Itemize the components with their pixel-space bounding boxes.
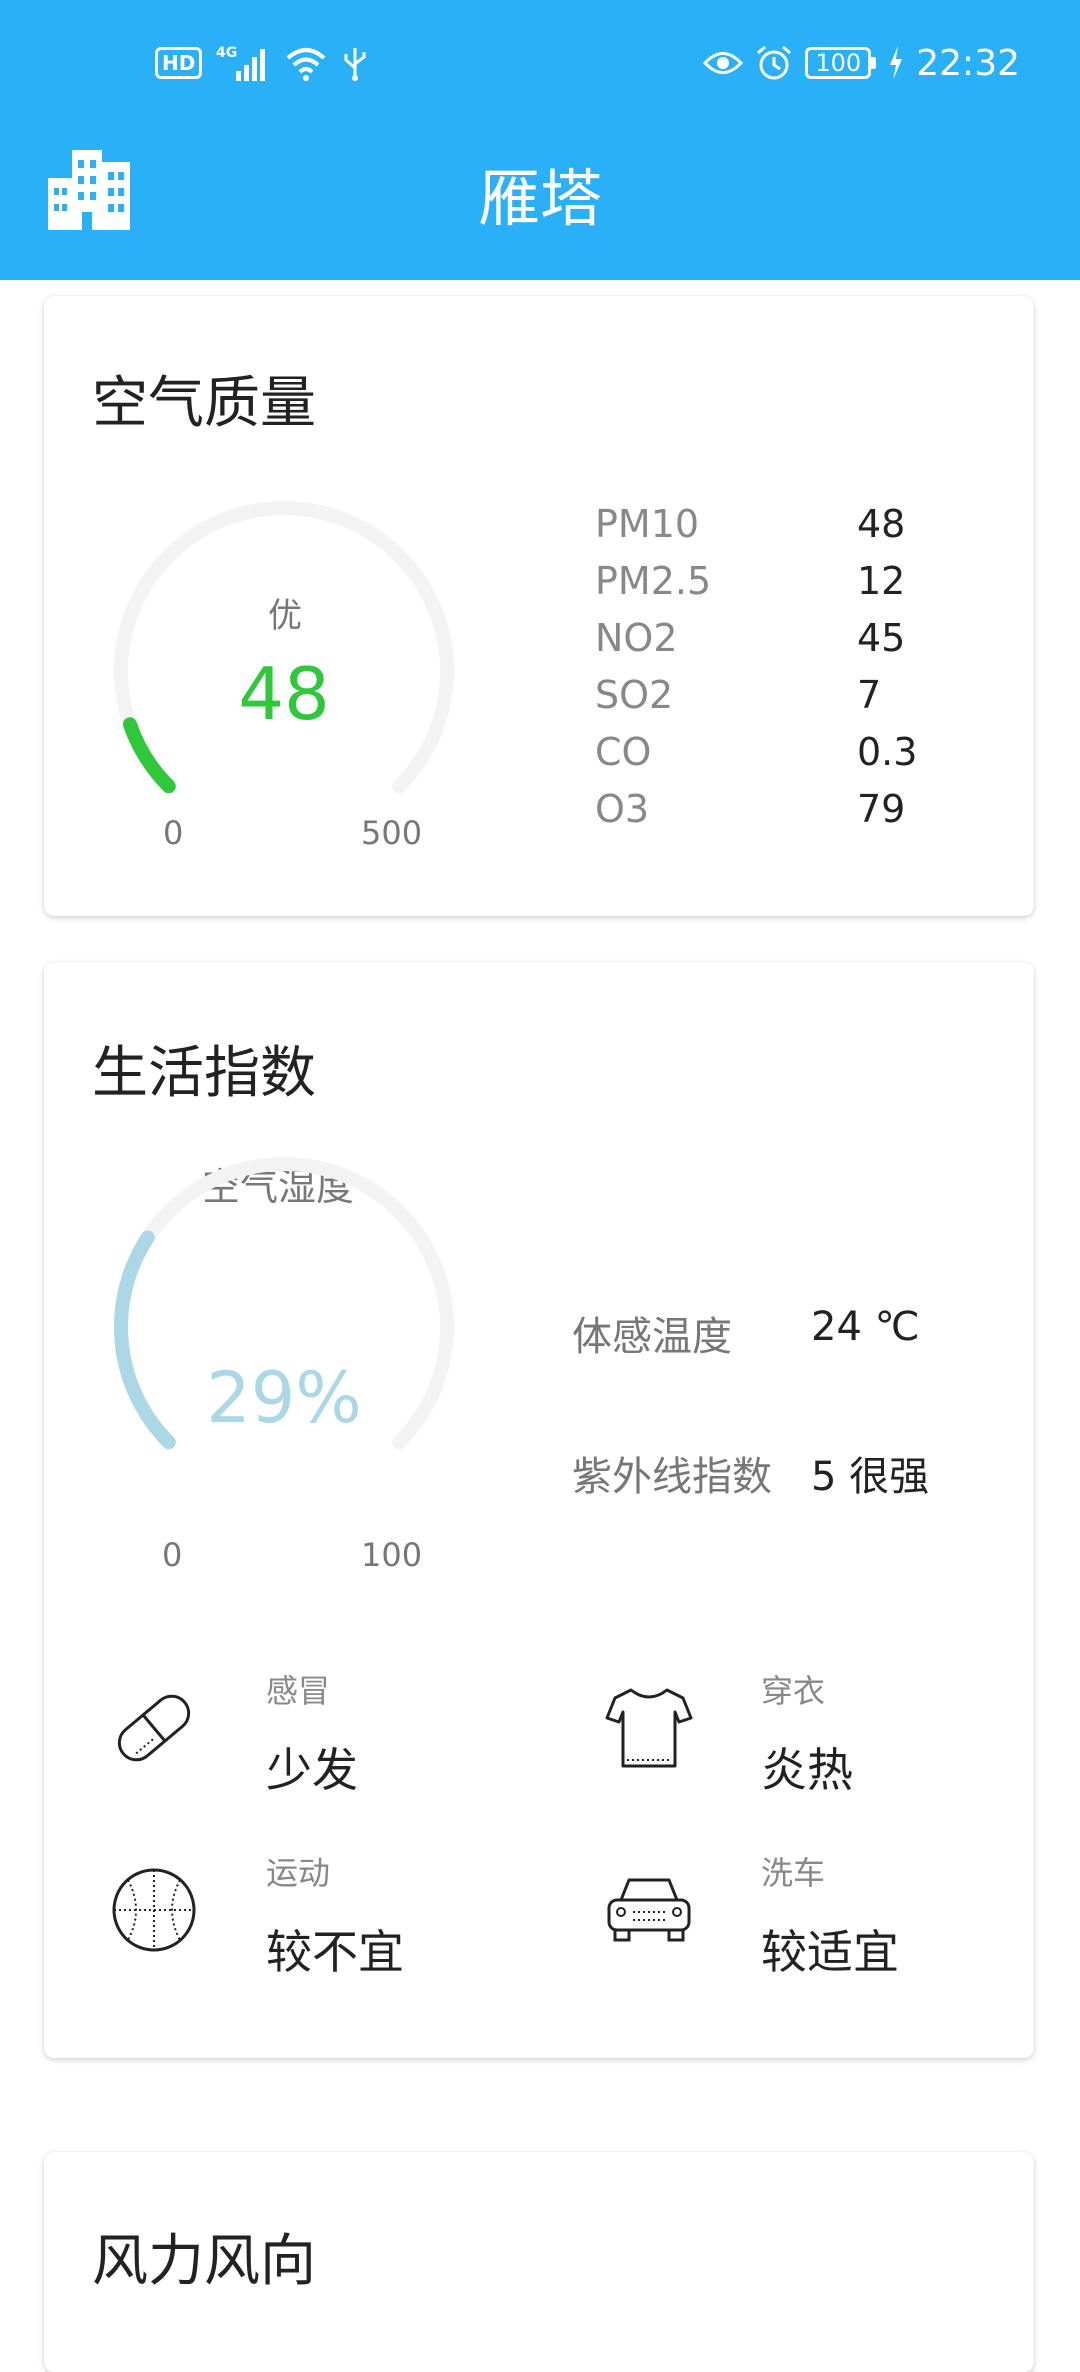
page-title: 雁塔	[477, 162, 602, 235]
index-item-value: 少发	[266, 1743, 358, 1797]
wifi-icon	[287, 48, 326, 81]
pollutant-name: PM2.5	[595, 559, 712, 603]
index-item-value: 炎热	[761, 1743, 853, 1797]
status-right-icons: 100 22:32	[703, 40, 1020, 86]
alarm-icon	[757, 45, 792, 80]
index-item-name: 感冒	[266, 1672, 331, 1710]
status-left-icons: HD 4G	[155, 40, 368, 86]
pollutant-value: 48	[857, 502, 906, 546]
pollutant-name: PM10	[595, 502, 700, 546]
pollutant-name: CO	[595, 730, 652, 774]
pollutant-value: 12	[857, 559, 906, 603]
humidity-gauge-value-arc	[114, 1230, 176, 1450]
status-bar: HD 4G 100 22:32	[0, 0, 1080, 120]
humidity-max-label: 100	[361, 1536, 423, 1574]
aqi-gauge-track	[114, 501, 454, 794]
aqi-max-label: 500	[361, 814, 423, 852]
pollutant-value: 7	[857, 673, 882, 717]
car-icon	[607, 1878, 691, 1942]
feels-like-value: 24 ℃	[811, 1304, 920, 1350]
pollutant-value: 45	[857, 616, 906, 660]
uv-label: 紫外线指数	[572, 1454, 772, 1500]
hd-icon: HD	[155, 47, 203, 79]
humidity-value: 29%	[206, 1357, 362, 1439]
aqi-level-label: 优	[268, 596, 302, 636]
wind-title: 风力风向	[92, 2229, 316, 2294]
air-quality-title: 空气质量	[92, 371, 316, 436]
index-item-name: 洗车	[761, 1854, 826, 1892]
basketball-icon	[112, 1868, 196, 1952]
uv-value: 5 很强	[811, 1454, 930, 1500]
pollutant-name: NO2	[595, 616, 678, 660]
svg-text:4G: 4G	[216, 45, 237, 61]
air-quality-card: 空气质量 优 48 0 500 PM10 48 PM2.5 12 NO2 45 …	[44, 296, 1034, 916]
battery-level: 100	[805, 47, 872, 79]
pollutant-value: 0.3	[857, 730, 918, 774]
index-item-value: 较不宜	[266, 1925, 404, 1979]
aqi-min-label: 0	[163, 814, 184, 852]
tshirt-icon	[605, 1688, 693, 1768]
app-header: HD 4G 100 22:32 雁塔	[0, 0, 1080, 280]
life-index-card: 生活指数 空气湿度 29% 0 100 体感温度 24 ℃ 紫外线指数 5 很强…	[44, 962, 1034, 2058]
pollutant-name: SO2	[595, 673, 674, 717]
feels-like-label: 体感温度	[572, 1314, 732, 1360]
life-index-title: 生活指数	[92, 1041, 316, 1106]
index-item-name: 运动	[266, 1854, 331, 1892]
charging-icon	[890, 46, 903, 80]
status-time: 22:32	[916, 42, 1020, 84]
aqi-gauge-value-arc	[122, 717, 176, 794]
humidity-min-label: 0	[162, 1536, 183, 1574]
battery-icon: 100	[805, 47, 877, 79]
aqi-value: 48	[238, 652, 330, 736]
pollutant-value: 79	[857, 787, 906, 831]
4g-signal-icon: 4G	[216, 45, 266, 81]
index-item-name: 穿衣	[761, 1672, 826, 1710]
wind-card: 风力风向	[44, 2152, 1034, 2372]
pollutant-name: O3	[595, 787, 650, 831]
eye-icon	[703, 52, 744, 74]
index-item-value: 较适宜	[761, 1925, 899, 1979]
humidity-gauge	[114, 1157, 454, 1450]
pill-icon	[117, 1694, 191, 1762]
usb-icon	[344, 48, 366, 81]
